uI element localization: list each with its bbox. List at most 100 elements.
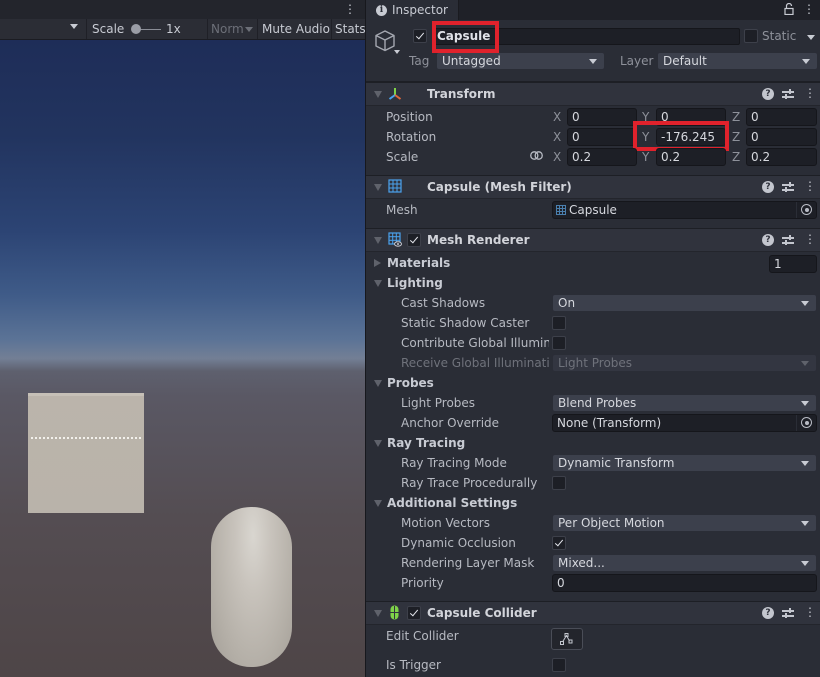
is-trigger-checkbox[interactable] xyxy=(552,658,566,672)
stats-toggle[interactable]: Stats xyxy=(335,22,366,36)
lighting-fold-arrow-icon[interactable] xyxy=(374,280,382,287)
static-dropdown-arrow-icon[interactable] xyxy=(807,35,815,40)
axis-x-label[interactable]: X xyxy=(553,130,561,144)
rotation-y-field[interactable]: -176.245 xyxy=(656,128,726,146)
rotation-x-field[interactable]: 0 xyxy=(567,128,637,146)
axis-y-label[interactable]: Y xyxy=(642,130,649,144)
axis-x-label[interactable]: X xyxy=(553,110,561,124)
axis-y-label[interactable]: Y xyxy=(642,150,649,164)
dynamic-occlusion-checkbox[interactable] xyxy=(552,536,566,550)
fold-arrow-icon[interactable] xyxy=(374,91,382,98)
fold-arrow-icon[interactable] xyxy=(374,610,382,617)
game-view-menu-icon[interactable]: ⋮ xyxy=(344,2,356,16)
game-viewport[interactable] xyxy=(0,40,365,677)
mute-audio-toggle[interactable]: Mute Audio xyxy=(262,22,330,36)
axis-y-label[interactable]: Y xyxy=(642,110,649,124)
ray-tracing-label[interactable]: Ray Tracing xyxy=(387,436,465,450)
component-menu-icon[interactable]: ⋮ xyxy=(804,232,816,246)
fold-arrow-icon[interactable] xyxy=(374,184,382,191)
mesh-renderer-header[interactable]: Mesh Renderer ? ⋮ xyxy=(366,228,820,252)
mesh-renderer-icon xyxy=(388,232,402,247)
info-icon: i xyxy=(376,4,387,16)
help-icon[interactable]: ? xyxy=(762,607,774,619)
light-probes-dropdown[interactable]: Blend Probes xyxy=(552,394,817,412)
ray-tracing-mode-dropdown[interactable]: Dynamic Transform xyxy=(552,454,817,472)
motion-vectors-dropdown[interactable]: Per Object Motion xyxy=(552,514,817,532)
static-shadow-caster-checkbox[interactable] xyxy=(552,316,566,330)
ray-tracing-fold-arrow-icon[interactable] xyxy=(374,440,382,447)
rotation-z-field[interactable]: 0 xyxy=(746,128,817,146)
mesh-object-field[interactable]: Capsule xyxy=(552,201,817,219)
rendering-layer-mask-dropdown[interactable]: Mixed... xyxy=(552,554,817,572)
capsule-collider-enabled-checkbox[interactable] xyxy=(407,606,421,620)
object-picker-icon[interactable] xyxy=(796,415,816,431)
capsule-collider-header[interactable]: Capsule Collider ? ⋮ xyxy=(366,601,820,625)
materials-label[interactable]: Materials xyxy=(387,256,450,270)
layer-dropdown[interactable]: Default xyxy=(657,52,818,70)
component-menu-icon[interactable]: ⋮ xyxy=(804,179,816,193)
lock-icon[interactable] xyxy=(784,3,794,15)
contribute-gi-checkbox[interactable] xyxy=(552,336,566,350)
priority-field[interactable]: 0 xyxy=(552,574,817,592)
tab-inspector[interactable]: i Inspector xyxy=(366,0,459,20)
component-menu-icon[interactable]: ⋮ xyxy=(804,86,816,100)
position-y-field[interactable]: 0 xyxy=(656,108,726,126)
fold-arrow-icon[interactable] xyxy=(374,237,382,244)
axis-x-label[interactable]: X xyxy=(553,150,561,164)
scale-value: 1x xyxy=(166,22,181,36)
anchor-override-field[interactable]: None (Transform) xyxy=(552,414,817,432)
tag-label: Tag xyxy=(409,54,430,68)
gameobject-name-field[interactable]: Capsule xyxy=(433,28,740,45)
edit-collider-label: Edit Collider xyxy=(386,629,459,643)
edit-collider-button[interactable] xyxy=(551,628,583,650)
axis-z-label[interactable]: Z xyxy=(732,150,740,164)
cube-top-edge xyxy=(28,393,144,396)
object-picker-icon[interactable] xyxy=(796,202,816,218)
probes-fold-arrow-icon[interactable] xyxy=(374,380,382,387)
presets-icon[interactable] xyxy=(782,88,794,100)
ray-trace-procedurally-checkbox[interactable] xyxy=(552,476,566,490)
presets-icon[interactable] xyxy=(782,181,794,193)
presets-icon[interactable] xyxy=(782,607,794,619)
additional-settings-fold-arrow-icon[interactable] xyxy=(374,500,382,507)
chevron-down-icon xyxy=(801,301,809,306)
axis-z-label[interactable]: Z xyxy=(732,110,740,124)
help-icon[interactable]: ? xyxy=(762,181,774,193)
toolbar-divider xyxy=(86,19,87,39)
materials-count-field[interactable]: 1 xyxy=(769,255,817,273)
capsule-collider-icon xyxy=(390,605,399,620)
help-icon[interactable]: ? xyxy=(762,88,774,100)
probes-label[interactable]: Probes xyxy=(387,376,434,390)
mesh-filter-header[interactable]: Capsule (Mesh Filter) ? ⋮ xyxy=(366,175,820,199)
game-view: ⋮ Scale 1x Norm Mute Audio Stats xyxy=(0,0,366,677)
position-x-field[interactable]: 0 xyxy=(567,108,637,126)
lighting-label[interactable]: Lighting xyxy=(387,276,443,290)
scale-slider-thumb[interactable] xyxy=(131,24,141,34)
cast-shadows-dropdown[interactable]: On xyxy=(552,294,817,312)
axis-z-label[interactable]: Z xyxy=(732,130,740,144)
additional-settings-label[interactable]: Additional Settings xyxy=(387,496,517,510)
scale-y-field[interactable]: 0.2 xyxy=(656,148,726,166)
transform-header[interactable]: Transform ? ⋮ xyxy=(366,82,820,106)
inspector-tabbar: i Inspector ⋮ xyxy=(366,0,820,20)
scale-z-field[interactable]: 0.2 xyxy=(746,148,817,166)
help-icon[interactable]: ? xyxy=(762,234,774,246)
aspect-dropdown-arrow-icon[interactable] xyxy=(245,27,253,32)
materials-fold-arrow-icon[interactable] xyxy=(374,259,381,267)
tag-dropdown[interactable]: Untagged xyxy=(436,52,605,70)
icon-dropdown-arrow-icon[interactable] xyxy=(394,50,400,54)
chevron-down-icon xyxy=(801,361,809,366)
static-checkbox[interactable] xyxy=(744,29,758,43)
position-z-field[interactable]: 0 xyxy=(746,108,817,126)
scale-label: Scale xyxy=(92,22,125,36)
constrain-proportions-link-icon[interactable] xyxy=(530,151,543,160)
component-menu-icon[interactable]: ⋮ xyxy=(804,605,816,619)
presets-icon[interactable] xyxy=(782,234,794,246)
inspector-menu-icon[interactable]: ⋮ xyxy=(803,2,815,16)
priority-label: Priority xyxy=(401,576,444,590)
scale-slider[interactable] xyxy=(131,24,161,34)
display-dropdown-arrow-icon[interactable] xyxy=(70,24,78,29)
gameobject-active-checkbox[interactable] xyxy=(413,29,427,43)
mesh-renderer-enabled-checkbox[interactable] xyxy=(407,233,421,247)
scale-x-field[interactable]: 0.2 xyxy=(567,148,637,166)
